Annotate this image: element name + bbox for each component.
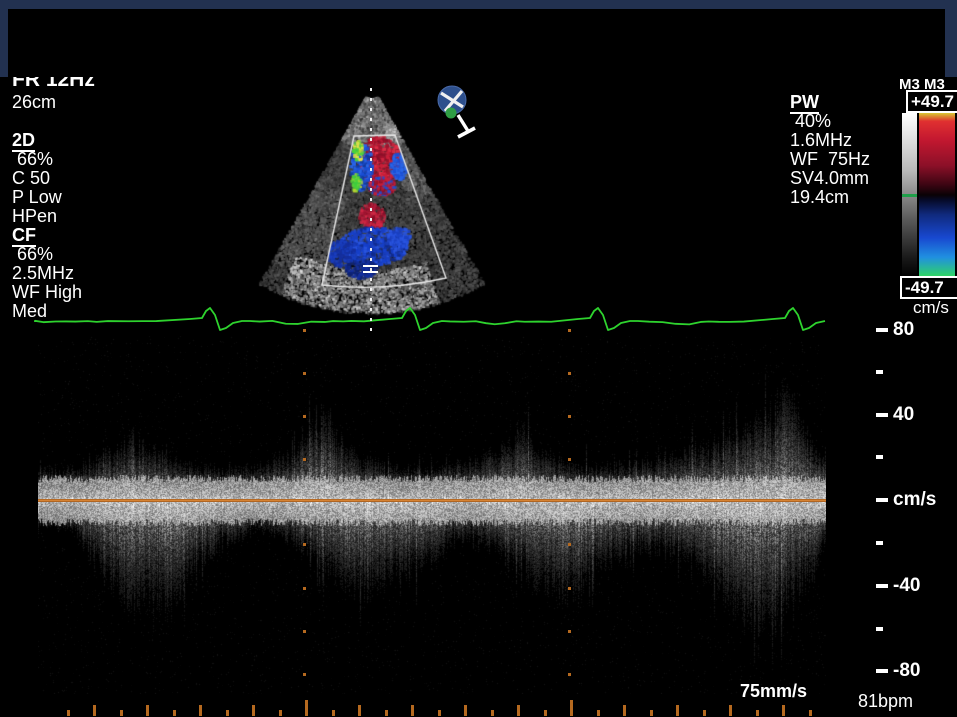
- param-line: [12, 112, 82, 131]
- velocity-scale-min: -49.7: [900, 276, 957, 299]
- param-line: 2D: [12, 131, 82, 150]
- param-line: WF 75Hz: [790, 150, 870, 169]
- pw-cursor-line[interactable]: [370, 88, 372, 332]
- param-line: 1.6MHz: [790, 131, 870, 150]
- param-line: 26cm: [12, 93, 82, 112]
- doppler-baseline[interactable]: [38, 499, 826, 502]
- param-line: CF: [12, 226, 82, 245]
- sample-volume-gate[interactable]: [363, 271, 378, 273]
- param-line: HPen: [12, 207, 82, 226]
- param-line: 66%: [12, 245, 82, 264]
- param-line: Med: [12, 302, 82, 321]
- param-line: SV4.0mm: [790, 169, 870, 188]
- ultrasound-screen: FR 12Hz 26cm2D 66%C 50P LowHPenCF 66%2.5…: [0, 0, 957, 717]
- pw-parameter-panel: PW 40%1.6MHzWF 75HzSV4.0mm19.4cm: [790, 93, 870, 207]
- patient-info-redaction-box: [8, 9, 945, 77]
- probe-orientation-icon: [432, 84, 482, 142]
- sweep-speed-label: 75mm/s: [740, 681, 807, 702]
- param-line: C 50: [12, 169, 82, 188]
- param-line: PW: [790, 93, 870, 112]
- heart-rate-label: 81bpm: [858, 691, 913, 712]
- left-parameter-panel: 26cm2D 66%C 50P LowHPenCF 66%2.5MHzWF Hi…: [12, 93, 82, 321]
- param-line: WF High: [12, 283, 82, 302]
- param-line: P Low: [12, 188, 82, 207]
- param-line: 40%: [790, 112, 870, 131]
- param-line: 2.5MHz: [12, 264, 82, 283]
- param-line: 66%: [12, 150, 82, 169]
- sample-volume-gate[interactable]: [363, 265, 378, 267]
- param-line: 19.4cm: [790, 188, 870, 207]
- velocity-scale-max: +49.7: [906, 90, 957, 113]
